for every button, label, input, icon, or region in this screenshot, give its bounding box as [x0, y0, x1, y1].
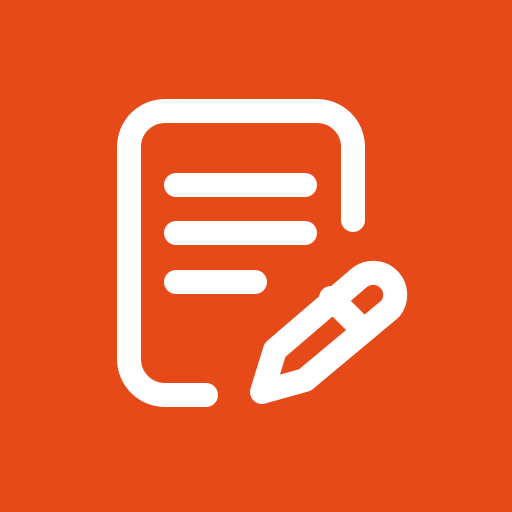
note-edit-icon: [0, 0, 512, 512]
app-icon[interactable]: [0, 0, 512, 512]
icon-background: [0, 0, 512, 512]
